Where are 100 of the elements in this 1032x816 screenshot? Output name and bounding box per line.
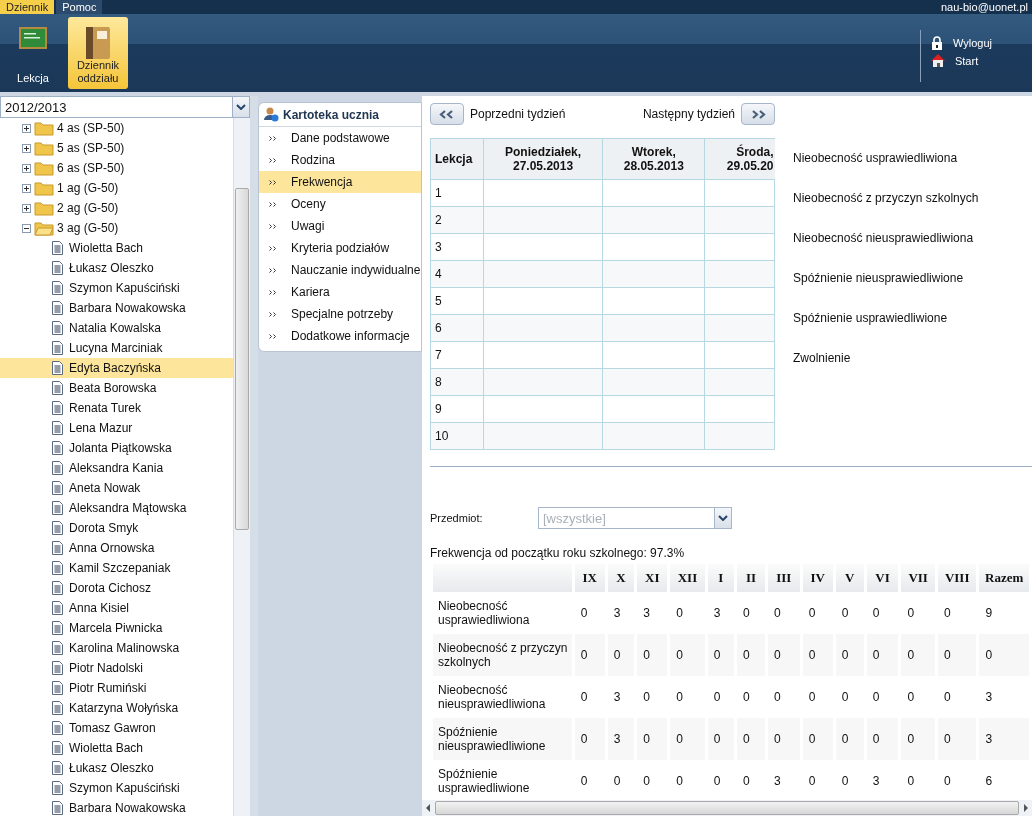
field-label: Przedmiot: bbox=[430, 512, 484, 524]
table-cell: 0 bbox=[866, 718, 899, 760]
tree-item[interactable]: Edyta Baczyńska bbox=[0, 358, 233, 378]
tree-item[interactable]: Piotr Rumiński bbox=[0, 678, 233, 698]
expander-icon[interactable] bbox=[22, 123, 31, 133]
tree-item[interactable]: Piotr Nadolski bbox=[0, 658, 233, 678]
tree-item[interactable]: 5 as (SP-50) bbox=[0, 138, 233, 158]
tree-item[interactable]: Aleksandra Kania bbox=[0, 458, 233, 478]
tree-item[interactable]: Kamil Szczepaniak bbox=[0, 558, 233, 578]
document-icon bbox=[52, 481, 63, 495]
double-chevron-icon bbox=[269, 157, 277, 163]
column-header: Wtorek, 28.05.2013 bbox=[602, 138, 705, 180]
table-cell-text: 0 bbox=[871, 605, 881, 622]
row-label: Nieobecność z przyczyn szkolnych bbox=[433, 634, 572, 676]
scrollbar[interactable] bbox=[422, 800, 1032, 816]
previous-week-button[interactable] bbox=[430, 103, 464, 125]
tree-item[interactable]: 2 ag (G-50) bbox=[0, 198, 233, 218]
tree-item[interactable]: 1 ag (G-50) bbox=[0, 178, 233, 198]
tree-item[interactable]: Jolanta Piątkowska bbox=[0, 438, 233, 458]
tree-item[interactable]: 4 as (SP-50) bbox=[0, 118, 233, 138]
lesson-number: 9 bbox=[430, 395, 484, 423]
scroll-left-icon[interactable] bbox=[425, 804, 431, 812]
tree-item[interactable]: 6 as (SP-50) bbox=[0, 158, 233, 178]
nav-item[interactable]: Rodzina bbox=[259, 149, 421, 171]
menu-tab[interactable]: Pomoc bbox=[56, 0, 103, 14]
tree-item[interactable]: Aleksandra Mątowska bbox=[0, 498, 233, 518]
splitter-handle[interactable] bbox=[250, 96, 258, 816]
tree-item[interactable]: Beata Borowska bbox=[0, 378, 233, 398]
scrollbar[interactable] bbox=[233, 118, 250, 816]
next-week-button[interactable] bbox=[741, 103, 775, 125]
table-cell-text: 3 bbox=[612, 689, 622, 706]
table-cell: 0 bbox=[670, 634, 705, 676]
tree-item[interactable]: Renata Turek bbox=[0, 398, 233, 418]
expander-icon[interactable] bbox=[22, 223, 31, 233]
tree-item[interactable]: Aneta Nowak bbox=[0, 478, 233, 498]
tree-item[interactable]: Wioletta Bach bbox=[0, 238, 233, 258]
expander-icon[interactable] bbox=[22, 203, 31, 213]
tree-item[interactable]: Lucyna Marciniak bbox=[0, 338, 233, 358]
document-icon bbox=[52, 441, 63, 455]
account-link[interactable]: Start bbox=[930, 54, 992, 67]
tree-item[interactable]: Anna Ornowska bbox=[0, 538, 233, 558]
expander-icon[interactable] bbox=[22, 183, 31, 193]
tree-item[interactable]: Dorota Cichosz bbox=[0, 578, 233, 598]
tree-item[interactable]: Lena Mazur bbox=[0, 418, 233, 438]
nav-item[interactable]: Dodatkowe informacje bbox=[259, 325, 421, 347]
table-cell: 0 bbox=[737, 718, 765, 760]
tree-item[interactable]: Szymon Kapuściński bbox=[0, 778, 233, 798]
chalkboard-icon bbox=[19, 27, 47, 49]
table-cell: 0 bbox=[767, 634, 800, 676]
tree-item[interactable]: Tomasz Gawron bbox=[0, 718, 233, 738]
table-cell-text: 0 bbox=[840, 773, 850, 790]
tree-item[interactable]: Karolina Malinowska bbox=[0, 638, 233, 658]
nav-item[interactable]: Kryteria podziałów bbox=[259, 237, 421, 259]
table-cell: 0 bbox=[637, 718, 668, 760]
nav-item[interactable]: Specjalne potrzeby bbox=[259, 303, 421, 325]
tree-item[interactable]: Łukasz Oleszko bbox=[0, 258, 233, 278]
table-cell-text: 3 bbox=[772, 773, 782, 790]
table-cell-text: 0 bbox=[579, 773, 589, 790]
tree-item[interactable]: Wioletta Bach bbox=[0, 738, 233, 758]
school-year-select[interactable]: 2012/2013 bbox=[0, 96, 250, 118]
tree-item[interactable]: Marcela Piwnicka bbox=[0, 618, 233, 638]
column-header: I bbox=[707, 564, 734, 592]
document-icon bbox=[52, 281, 63, 295]
account-link[interactable]: Wyloguj bbox=[930, 36, 992, 50]
tree-item[interactable]: Anna Kisiel bbox=[0, 598, 233, 618]
column-header: XII bbox=[670, 564, 705, 592]
expander-icon[interactable] bbox=[22, 163, 31, 173]
nav-item[interactable]: Dane podstawowe bbox=[259, 127, 421, 149]
menu-tab[interactable]: Dziennik bbox=[0, 0, 55, 14]
table-cell-text: 3 bbox=[712, 605, 722, 622]
nav-item[interactable]: Uwagi bbox=[259, 215, 421, 237]
scroll-right-icon[interactable] bbox=[1023, 804, 1029, 812]
column-header: V bbox=[835, 564, 864, 592]
tree-item[interactable]: Barbara Nowakowska bbox=[0, 798, 233, 816]
lock-icon bbox=[930, 36, 943, 50]
tree-item[interactable]: 3 ag (G-50) bbox=[0, 218, 233, 238]
legend-item: Nieobecność usprawiedliwiona bbox=[793, 150, 959, 167]
table-cell: 0 bbox=[637, 634, 668, 676]
tree-item[interactable]: Natalia Kowalska bbox=[0, 318, 233, 338]
column-header: VIII bbox=[937, 564, 977, 592]
tree-item[interactable]: Dorota Smyk bbox=[0, 518, 233, 538]
nav-item[interactable]: Nauczanie indywidualne bbox=[259, 259, 421, 281]
ribbon-button[interactable]: Dziennik oddziału bbox=[68, 17, 128, 89]
tree-item[interactable]: Szymon Kapuściński bbox=[0, 278, 233, 298]
document-icon bbox=[52, 721, 63, 735]
column-header: XI bbox=[637, 564, 668, 592]
table-cell-text: 3 bbox=[642, 605, 651, 622]
nav-item[interactable]: Frekwencja bbox=[259, 171, 421, 193]
ribbon-button[interactable]: Lekcja bbox=[4, 17, 62, 89]
nav-item[interactable]: Kariera bbox=[259, 281, 421, 303]
tree-item[interactable]: Barbara Nowakowska bbox=[0, 298, 233, 318]
table-cell-text: 0 bbox=[675, 773, 684, 790]
expander-icon[interactable] bbox=[22, 143, 31, 153]
row-label: Nieobecność nieusprawiedliwiona bbox=[437, 682, 547, 713]
table-cell-text: 0 bbox=[942, 689, 952, 706]
tree-item[interactable]: Katarzyna Wołyńska bbox=[0, 698, 233, 718]
tree-item[interactable]: Łukasz Oleszko bbox=[0, 758, 233, 778]
table-cell: 0 bbox=[901, 634, 935, 676]
table-cell-text: 0 bbox=[742, 605, 751, 622]
nav-item[interactable]: Oceny bbox=[259, 193, 421, 215]
